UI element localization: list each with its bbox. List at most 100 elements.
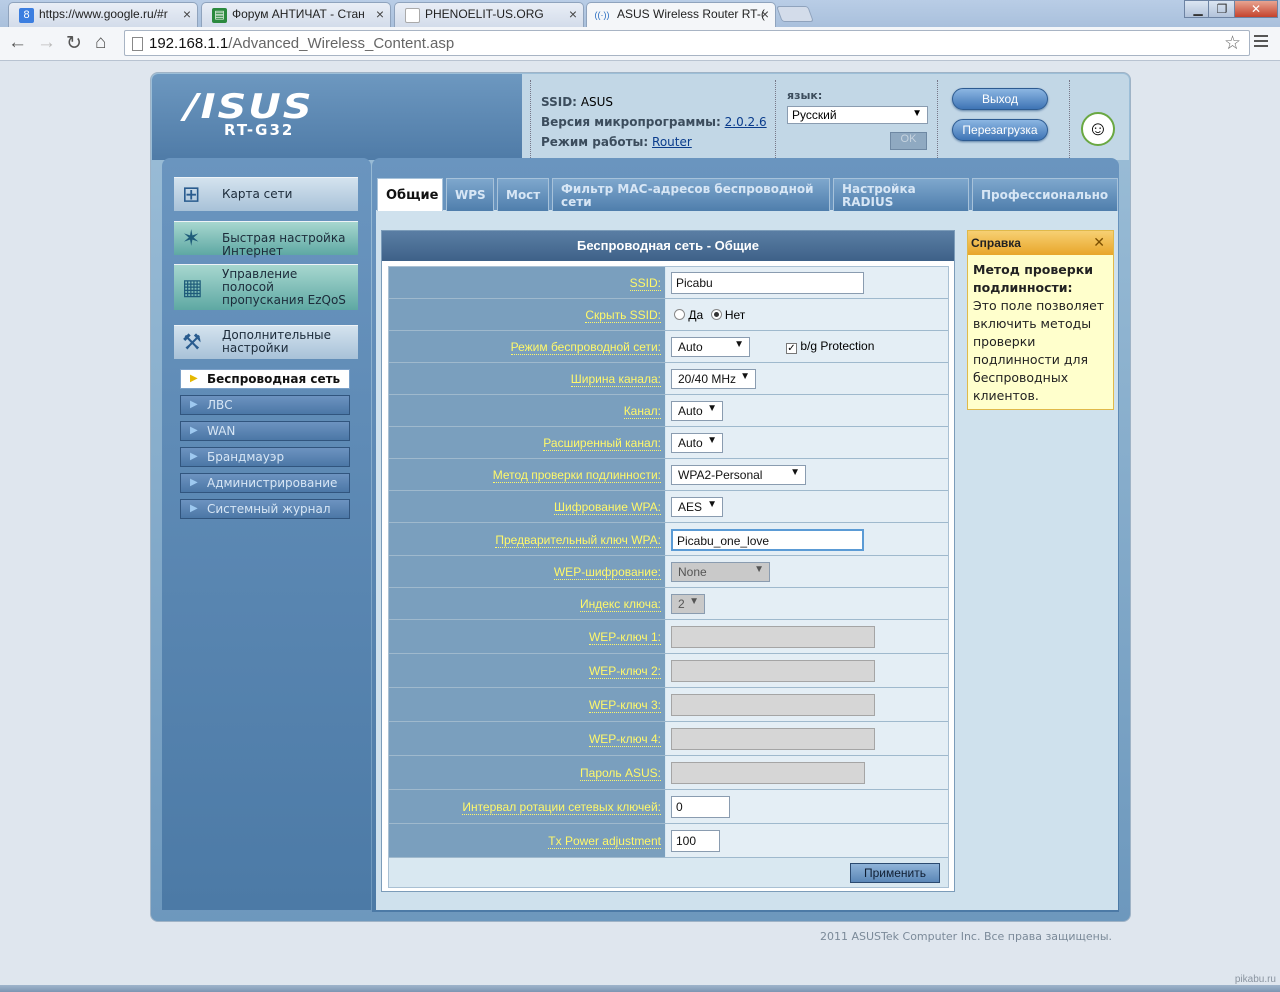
key-index-cell: 2 ▼ — [666, 588, 948, 619]
arrow-right-icon: ▶ — [190, 399, 198, 410]
sidebar-item-quick-setup[interactable]: ✶ Быстрая настройка Интернет — [174, 221, 358, 258]
tab-general[interactable]: Общие — [377, 178, 443, 211]
logout-button[interactable]: Выход — [952, 88, 1048, 110]
asus-password-input[interactable] — [671, 762, 865, 784]
ssid-cell: Picabu — [666, 267, 948, 298]
wep-key2-label: WEP-ключ 2: — [389, 654, 665, 687]
wep-key4-input[interactable] — [671, 728, 875, 750]
row-asus-password: Пароль ASUS: — [389, 756, 948, 790]
sidebar-subitem-label: Администрирование — [207, 476, 338, 490]
wep-key3-input[interactable] — [671, 694, 875, 716]
wep-key2-cell — [666, 654, 948, 687]
firmware-label: Версия микропрограммы: — [541, 115, 721, 129]
row-wep-key2: WEP-ключ 2: — [389, 654, 948, 688]
wireless-mode-select[interactable]: Auto ▼ — [671, 337, 750, 357]
ext-channel-label: Расширенный канал: — [389, 427, 665, 458]
chevron-down-icon: ▼ — [707, 403, 717, 414]
mode-link[interactable]: Router — [652, 135, 692, 149]
row-key-rotation: Интервал ротации сетевых ключей: 0 — [389, 790, 948, 824]
wep-key2-input[interactable] — [671, 660, 875, 682]
logo-area: /ISUS RT-G32 — [152, 74, 522, 160]
sidebar-item-firewall[interactable]: ▶ Брандмауэр — [180, 447, 350, 467]
tab-close-icon[interactable]: × — [183, 6, 191, 22]
ext-channel-select[interactable]: Auto ▼ — [671, 433, 723, 453]
close-icon[interactable]: ✕ — [1093, 234, 1105, 251]
bg-protection-checkbox[interactable]: ✓ — [786, 343, 797, 354]
apply-button[interactable]: Применить — [850, 863, 940, 883]
forward-arrow-icon[interactable]: → — [37, 32, 56, 54]
wpa-encryption-select[interactable]: AES ▼ — [671, 497, 723, 517]
row-ssid: SSID: Picabu — [389, 267, 948, 299]
language-select[interactable]: Русский ▼ — [787, 106, 928, 124]
chevron-down-icon: ▼ — [754, 564, 764, 575]
browser-tab-phenoelit[interactable]: PHENOELIT-US.ORG × — [394, 2, 584, 27]
google-favicon-icon: 8 — [19, 8, 34, 23]
reboot-button[interactable]: Перезагрузка — [952, 119, 1048, 141]
tab-close-icon[interactable]: × — [376, 6, 384, 22]
settings-panel: Беспроводная сеть - Общие SSID: Picabu С… — [381, 230, 955, 892]
firmware-link[interactable]: 2.0.2.6 — [725, 115, 767, 129]
row-channel: Канал: Auto ▼ — [389, 395, 948, 427]
language-label: язык: — [787, 89, 823, 102]
maximize-button[interactable]: ❐ — [1208, 0, 1236, 18]
key-rotation-input[interactable]: 0 — [671, 796, 730, 818]
tab-bridge[interactable]: Мост — [497, 178, 549, 211]
browser-tab-antichat[interactable]: ▤ Форум АНТИЧАТ - Стан × — [201, 2, 391, 27]
hide-ssid-yes-radio[interactable] — [674, 309, 685, 320]
page-icon — [132, 37, 143, 51]
wep-key3-cell — [666, 688, 948, 721]
taskbar — [0, 985, 1280, 992]
address-bar[interactable]: 192.168.1.1/Advanced_Wireless_Content.as… — [124, 30, 1250, 56]
sidebar-item-system-log[interactable]: ▶ Системный журнал — [180, 499, 350, 519]
tab-close-icon[interactable]: × — [761, 6, 769, 22]
channel-width-select[interactable]: 20/40 MHz ▼ — [671, 369, 756, 389]
back-arrow-icon[interactable]: ← — [8, 32, 27, 54]
window-close-button[interactable]: ✕ — [1234, 0, 1278, 18]
ssid-input[interactable]: Picabu — [671, 272, 864, 294]
sidebar-item-ezqos[interactable]: ▦ Управление полосой пропускания EzQoS — [174, 264, 358, 310]
auth-method-select[interactable]: WPA2-Personal ▼ — [671, 465, 806, 485]
wep-key1-input[interactable] — [671, 626, 875, 648]
wep-encryption-select[interactable]: None ▼ — [671, 562, 770, 582]
sidebar-item-lan[interactable]: ▶ ЛВС — [180, 395, 350, 415]
sidebar-item-wan[interactable]: ▶ WAN — [180, 421, 350, 441]
row-wep-encryption: WEP-шифрование: None ▼ — [389, 556, 948, 588]
ssid-info-value: ASUS — [580, 95, 614, 109]
arrow-right-icon: ▶ — [190, 425, 198, 436]
tab-close-icon[interactable]: × — [569, 6, 577, 22]
browser-tab-google[interactable]: 8 https://www.google.ru/#r × — [8, 2, 198, 27]
wep-key1-cell — [666, 620, 948, 653]
language-ok-button[interactable]: OK — [890, 132, 927, 150]
browser-menu-icon[interactable] — [1254, 35, 1268, 50]
reload-icon[interactable]: ↻ — [66, 32, 82, 55]
key-rotation-label: Интервал ротации сетевых ключей: — [389, 790, 665, 823]
row-wep-key3: WEP-ключ 3: — [389, 688, 948, 722]
channel-select[interactable]: Auto ▼ — [671, 401, 723, 421]
copyright-text: 2011 ASUSTek Computer Inc. Все права защ… — [820, 930, 1113, 943]
wpa-key-input[interactable]: Picabu_one_love — [671, 529, 864, 551]
tab-professional[interactable]: Профессионально — [972, 178, 1118, 211]
sidebar-subitem-label: ЛВС — [207, 398, 233, 412]
tab-wps[interactable]: WPS — [446, 178, 494, 211]
sidebar-item-wireless[interactable]: ▶ Беспроводная сеть — [180, 369, 350, 389]
row-auth-method: Метод проверки подлинности: WPA2-Persona… — [389, 459, 948, 491]
key-index-select[interactable]: 2 ▼ — [671, 594, 705, 614]
sidebar-item-administration[interactable]: ▶ Администрирование — [180, 473, 350, 493]
row-ext-channel: Расширенный канал: Auto ▼ — [389, 427, 948, 459]
home-icon[interactable]: ⌂ — [95, 32, 106, 54]
tab-radius[interactable]: Настройка RADIUS — [833, 178, 969, 211]
sidebar-item-advanced[interactable]: ⚒ Дополнительные настройки — [174, 325, 358, 359]
mascot-icon: ☺ — [1081, 112, 1115, 146]
page-favicon-icon — [405, 8, 420, 23]
tx-power-input[interactable]: 100 — [671, 830, 720, 852]
tab-mac-filter[interactable]: Фильтр MAC-адресов беспроводной сети — [552, 178, 830, 211]
sidebar-item-network-map[interactable]: ⊞ Карта сети — [174, 177, 358, 211]
hide-ssid-no-radio[interactable] — [710, 309, 722, 320]
bookmark-star-icon[interactable]: ☆ — [1224, 32, 1241, 55]
new-tab-button[interactable] — [776, 6, 814, 22]
arrow-right-icon: ▶ — [190, 503, 198, 514]
wireless-mode-cell: Auto ▼ ✓ b/g Protection — [666, 331, 948, 362]
row-wpa-key: Предварительный ключ WPA: Picabu_one_lov… — [389, 523, 948, 556]
browser-tab-asus[interactable]: ((·)) ASUS Wireless Router RT-( × — [586, 2, 776, 27]
chevron-down-icon: ▼ — [734, 339, 744, 350]
